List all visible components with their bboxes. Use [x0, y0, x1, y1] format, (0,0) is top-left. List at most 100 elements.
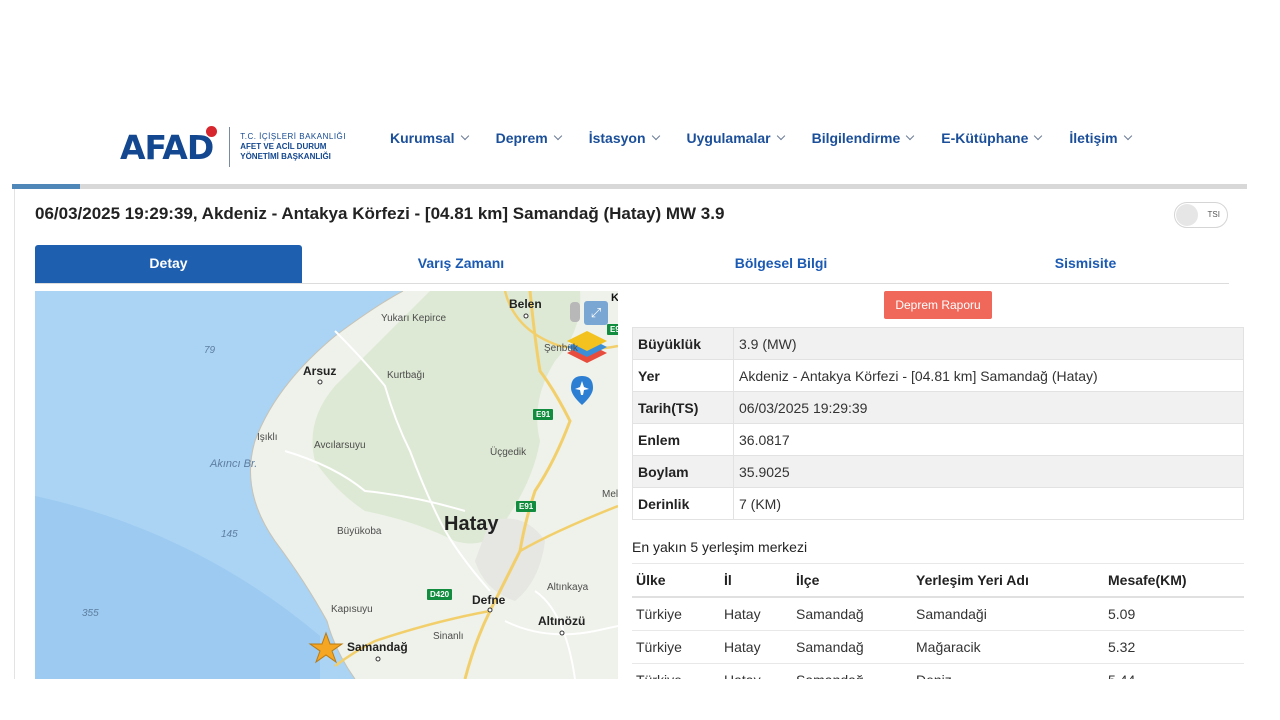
detail-row: Boylam 35.9025	[632, 455, 1244, 488]
tab-detay[interactable]: Detay	[35, 245, 302, 283]
page-progress-fill	[12, 184, 80, 189]
map-label-depth-145: 145	[221, 529, 238, 540]
tab-bolgesel-bilgi[interactable]: Bölgesel Bilgi	[620, 245, 942, 283]
column-header-yerlesim: Yerleşim Yeri Adı	[912, 563, 1104, 598]
map-label-kapisuyu: Kapısuyu	[331, 604, 373, 615]
detail-key: Enlem	[632, 423, 734, 456]
afad-logo[interactable]: AFAD T.C. İÇİŞLERİ BAKANLIĞI AFET VE ACİ…	[120, 122, 346, 172]
table-row: Türkiye Hatay Samandağ Samandaği 5.09	[632, 597, 1244, 631]
detail-row: Büyüklük 3.9 (MW)	[632, 327, 1244, 360]
chevron-down-icon	[553, 131, 562, 141]
earthquake-map[interactable]: Belen Yukarı Kepirce 79 Arsuz Kurtbağı Ş…	[35, 291, 618, 679]
detail-key: Büyüklük	[632, 327, 734, 360]
detail-value: 7 (KM)	[733, 487, 1244, 520]
table-header-row: Ülke İl İlçe Yerleşim Yeri Adı Mesafe(KM…	[632, 563, 1244, 598]
map-label-isikli: Işıklı	[257, 432, 278, 443]
cell-ilce: Samandağ	[792, 663, 912, 679]
road-shield-d420: D420	[427, 589, 453, 600]
chevron-down-icon	[906, 131, 915, 141]
map-label-ucgedik: Üçgedik	[490, 447, 527, 458]
place-dot-samandag	[375, 656, 381, 662]
place-dot-altinozu	[559, 630, 565, 636]
event-details-table: Büyüklük 3.9 (MW) Yer Akdeniz - Antakya Kö…	[632, 327, 1244, 520]
nav-istasyon[interactable]: İstasyon	[589, 130, 660, 146]
deprem-raporu-button[interactable]: Deprem Raporu	[884, 291, 992, 319]
map-label-depth-355: 355	[82, 608, 99, 619]
detail-tabs: Detay Varış Zamanı Bölgesel Bilgi Sismis…	[35, 245, 1229, 284]
map-label-arsuz: Arsuz	[303, 364, 337, 378]
nav-iletisim[interactable]: İletişim	[1069, 130, 1132, 146]
detail-row: Tarih(TS) 06/03/2025 19:29:39	[632, 391, 1244, 424]
tsi-toggle[interactable]: TSI	[1174, 202, 1228, 228]
detail-key: Boylam	[632, 455, 734, 488]
tab-sismisite[interactable]: Sismisite	[942, 245, 1229, 283]
nav-kurumsal[interactable]: Kurumsal	[390, 130, 469, 146]
chevron-down-icon	[651, 131, 660, 141]
table-row: Türkiye Hatay Samandağ Mağaracik 5.32	[632, 630, 1244, 664]
logo-line-2: AFET VE ACİL DURUM	[240, 142, 327, 151]
detail-value: 36.0817	[733, 423, 1244, 456]
cell-ulke: Türkiye	[632, 663, 720, 679]
main-nav: Kurumsal Deprem İstasyon Uygulamalar Bil…	[390, 130, 1159, 146]
chevron-down-icon	[1123, 131, 1132, 141]
map-label-avcilarsuyu: Avcılarsuyu	[314, 440, 366, 451]
tab-varis-zamani[interactable]: Varış Zamanı	[302, 245, 620, 283]
nav-e-kutuphane[interactable]: E-Kütüphane	[941, 130, 1043, 146]
nearest-settlements-title: En yakın 5 yerleşim merkezi	[632, 539, 808, 555]
cell-il: Hatay	[720, 630, 792, 664]
site-header: AFAD T.C. İÇİŞLERİ BAKANLIĞI AFET VE ACİ…	[0, 110, 1280, 172]
nav-deprem[interactable]: Deprem	[496, 130, 562, 146]
detail-value: Akdeniz - Antakya Körfezi - [04.81 km] S…	[733, 359, 1244, 392]
road-shield-e91: E91	[516, 501, 537, 512]
nav-uygulamalar[interactable]: Uygulamalar	[687, 130, 785, 146]
map-label-sinanli: Sinanlı	[433, 631, 464, 642]
toggle-label: TSI	[1207, 210, 1220, 219]
map-label-depth-79: 79	[204, 345, 216, 356]
map-label-defne: Defne	[472, 593, 506, 607]
detail-value: 3.9 (MW)	[733, 327, 1244, 360]
nearest-settlements-scroll[interactable]: Ülke İl İlçe Yerleşim Yeri Adı Mesafe(KM…	[632, 563, 1244, 679]
logo-text: T.C. İÇİŞLERİ BAKANLIĞI AFET VE ACİL DUR…	[240, 132, 346, 162]
cell-ulke: Türkiye	[632, 597, 720, 631]
cell-yerlesim: Samandaği	[912, 597, 1104, 631]
column-header-ulke: Ülke	[632, 563, 720, 598]
fullscreen-expand-icon[interactable]: ⤢	[584, 301, 608, 325]
logo-divider	[229, 127, 231, 167]
map-label-yukari-kepirce: Yukarı Kepirce	[381, 313, 447, 324]
road-shield-e9: E9	[607, 324, 618, 335]
map-label-hatay: Hatay	[444, 513, 499, 535]
map-label-belen: Belen	[509, 297, 542, 311]
nav-bilgilendirme[interactable]: Bilgilendirme	[812, 130, 915, 146]
content-left-border	[14, 189, 15, 679]
chevron-down-icon	[776, 131, 785, 141]
cell-il: Hatay	[720, 663, 792, 679]
map-label-samandag: Samandağ	[347, 640, 408, 654]
logo-line-1: T.C. İÇİŞLERİ BAKANLIĞI	[240, 132, 346, 141]
place-dot-arsuz	[317, 379, 323, 385]
cell-ilce: Samandağ	[792, 597, 912, 631]
cell-mesafe: 5.09	[1104, 597, 1244, 631]
cell-mesafe: 5.32	[1104, 630, 1244, 664]
detail-key: Tarih(TS)	[632, 391, 734, 424]
detail-row: Derinlik 7 (KM)	[632, 487, 1244, 520]
logo-wordmark: AFAD	[120, 125, 218, 164]
detail-value: 06/03/2025 19:29:39	[733, 391, 1244, 424]
map-label-kurtbagi: Kurtbağı	[387, 370, 425, 381]
map-graphics	[35, 291, 618, 679]
table-row: Türkiye Hatay Samandağ Deniz 5.44	[632, 663, 1244, 679]
map-control-handle[interactable]	[570, 302, 580, 322]
column-header-mesafe: Mesafe(KM)	[1104, 563, 1244, 598]
map-label-buyukoba: Büyükoba	[337, 526, 382, 537]
crescent-star-icon	[206, 125, 218, 137]
detail-key: Derinlik	[632, 487, 734, 520]
place-dot-belen	[523, 313, 529, 319]
map-label-edge-k: K	[611, 292, 618, 304]
column-header-il: İl	[720, 563, 792, 598]
cell-yerlesim: Mağaracik	[912, 630, 1104, 664]
column-header-ilce: İlçe	[792, 563, 912, 598]
cell-ilce: Samandağ	[792, 630, 912, 664]
logo-line-3: YÖNETİMİ BAŞKANLIĞI	[240, 152, 331, 161]
cell-ulke: Türkiye	[632, 630, 720, 664]
detail-value: 35.9025	[733, 455, 1244, 488]
map-label-akinci: Akıncı Br.	[210, 458, 258, 470]
